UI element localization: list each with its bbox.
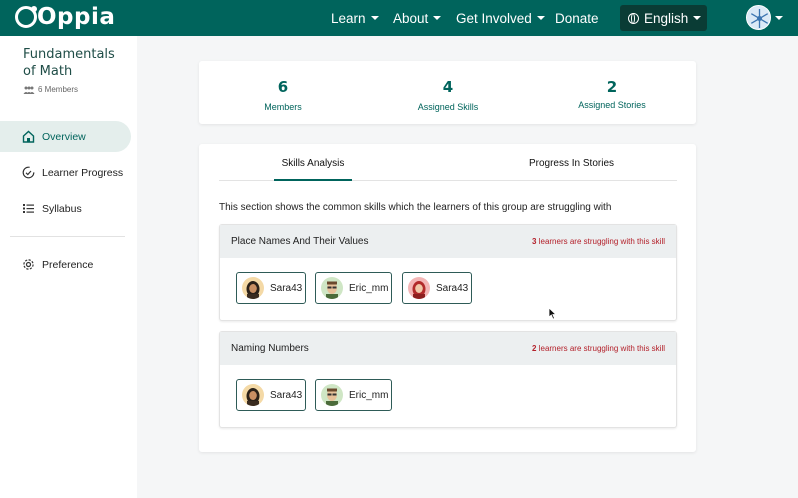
sidebar-item-label: Learner Progress bbox=[42, 166, 124, 179]
man-avatar-icon bbox=[321, 277, 343, 299]
nav-donate-label: Donate bbox=[555, 10, 599, 26]
sidebar-item-label: Overview bbox=[42, 130, 86, 143]
nav-learn-label: Learn bbox=[331, 10, 366, 26]
learner-avatar bbox=[321, 384, 343, 406]
skill-name: Place Names And Their Values bbox=[231, 236, 369, 247]
learner-name: Sara43 bbox=[270, 282, 303, 294]
stat-label: Assigned Stories bbox=[578, 100, 646, 110]
man-avatar-icon bbox=[321, 384, 343, 406]
sidebar-item-label: Syllabus bbox=[42, 202, 82, 215]
tab-skills-analysis[interactable]: Skills Analysis bbox=[274, 158, 352, 169]
learner-avatar bbox=[321, 277, 343, 299]
chevron-down-icon bbox=[433, 16, 442, 20]
mouse-cursor-icon bbox=[548, 307, 557, 320]
learner-chip[interactable]: Eric_mm bbox=[315, 379, 392, 411]
profile-chevron-icon[interactable] bbox=[775, 16, 783, 20]
list-icon bbox=[23, 204, 34, 213]
nav-get-involved-label: Get Involved bbox=[456, 10, 532, 26]
skill-header: Place Names And Their Values 3 learners … bbox=[220, 225, 676, 258]
woman-avatar-icon bbox=[242, 277, 264, 299]
language-label: English bbox=[644, 10, 689, 26]
sidebar-item-overview[interactable]: Overview bbox=[0, 121, 131, 152]
stat-assigned-stories: 2 Assigned Stories bbox=[557, 78, 667, 110]
logo-text: Oppia bbox=[37, 4, 116, 30]
stats-card: 6 Members 4 Assigned Skills 2 Assigned S… bbox=[199, 61, 696, 124]
tab-label: Skills Analysis bbox=[281, 158, 345, 169]
stat-value: 2 bbox=[606, 78, 618, 96]
struggle-number: 2 bbox=[532, 344, 537, 353]
sidebar: Fundamentals of Math 6 Members Overview … bbox=[0, 36, 137, 498]
people-icon bbox=[23, 86, 35, 94]
chevron-down-icon bbox=[370, 16, 379, 20]
sidebar-item-learner-progress[interactable]: Learner Progress bbox=[0, 157, 131, 188]
learner-chip[interactable]: Sara43 bbox=[236, 379, 306, 411]
chevron-down-icon bbox=[693, 16, 702, 20]
progress-check-icon bbox=[22, 166, 35, 179]
learner-name: Sara43 bbox=[270, 389, 303, 401]
language-selector[interactable]: English bbox=[620, 5, 707, 31]
skill-card-naming-numbers: Naming Numbers 2 learners are struggling… bbox=[219, 331, 677, 428]
learner-avatar bbox=[242, 277, 264, 299]
tab-progress-in-stories[interactable]: Progress In Stories bbox=[509, 158, 634, 169]
oppia-logo[interactable]: Oppia bbox=[15, 4, 115, 30]
learner-chip[interactable]: Sara43 bbox=[236, 272, 306, 304]
learner-chip[interactable]: Sara43 bbox=[402, 272, 472, 304]
nav-donate[interactable]: Donate bbox=[555, 0, 599, 36]
snowflake-avatar-icon bbox=[747, 6, 770, 29]
sidebar-item-syllabus[interactable]: Syllabus bbox=[0, 193, 131, 224]
stat-label: Assigned Skills bbox=[417, 102, 479, 112]
members-count: 6 Members bbox=[23, 85, 78, 94]
stat-assigned-skills: 4 Assigned Skills bbox=[393, 78, 503, 112]
sidebar-item-label: Preference bbox=[42, 258, 94, 271]
learner-name: Sara43 bbox=[436, 282, 469, 294]
top-navbar: Oppia Learn About Get Involved Donate En… bbox=[0, 0, 798, 36]
stat-value: 6 bbox=[277, 78, 289, 96]
group-title: Fundamentals of Math bbox=[23, 47, 115, 79]
profile-avatar[interactable] bbox=[746, 5, 771, 30]
members-count-label: 6 Members bbox=[38, 85, 79, 94]
gear-icon bbox=[23, 259, 34, 270]
skill-name: Naming Numbers bbox=[231, 343, 309, 354]
learner-name: Eric_mm bbox=[349, 282, 389, 294]
sidebar-item-preference[interactable]: Preference bbox=[0, 249, 131, 280]
logo-mark-icon bbox=[15, 6, 37, 28]
globe-icon bbox=[628, 12, 639, 24]
stat-members: 6 Members bbox=[228, 78, 338, 112]
struggle-count: 2 learners are struggling with this skil… bbox=[532, 344, 665, 353]
struggle-text: learners are struggling with this skill bbox=[538, 344, 665, 353]
section-intro: This section shows the common skills whi… bbox=[219, 202, 612, 213]
woman-avatar-icon bbox=[242, 384, 264, 406]
skill-card-place-names: Place Names And Their Values 3 learners … bbox=[219, 224, 677, 321]
chevron-down-icon bbox=[536, 16, 545, 20]
nav-about-label: About bbox=[393, 10, 429, 26]
struggle-number: 3 bbox=[532, 237, 537, 246]
learner-avatar bbox=[408, 277, 430, 299]
home-icon bbox=[22, 130, 35, 143]
stat-value: 4 bbox=[442, 78, 454, 96]
nav-about[interactable]: About bbox=[393, 0, 442, 36]
stat-label: Members bbox=[264, 102, 302, 112]
nav-learn[interactable]: Learn bbox=[331, 0, 379, 36]
learner-name: Eric_mm bbox=[349, 389, 389, 401]
sidebar-divider bbox=[10, 236, 125, 237]
struggle-count: 3 learners are struggling with this skil… bbox=[532, 237, 665, 246]
tab-label: Progress In Stories bbox=[528, 158, 615, 169]
learner-avatar bbox=[242, 384, 264, 406]
nav-get-involved[interactable]: Get Involved bbox=[456, 0, 545, 36]
skill-header: Naming Numbers 2 learners are struggling… bbox=[220, 332, 676, 365]
woman-avatar-icon bbox=[408, 277, 430, 299]
active-tab-indicator bbox=[274, 179, 352, 181]
learner-chip[interactable]: Eric_mm bbox=[315, 272, 392, 304]
struggle-text: learners are struggling with this skill bbox=[538, 237, 665, 246]
